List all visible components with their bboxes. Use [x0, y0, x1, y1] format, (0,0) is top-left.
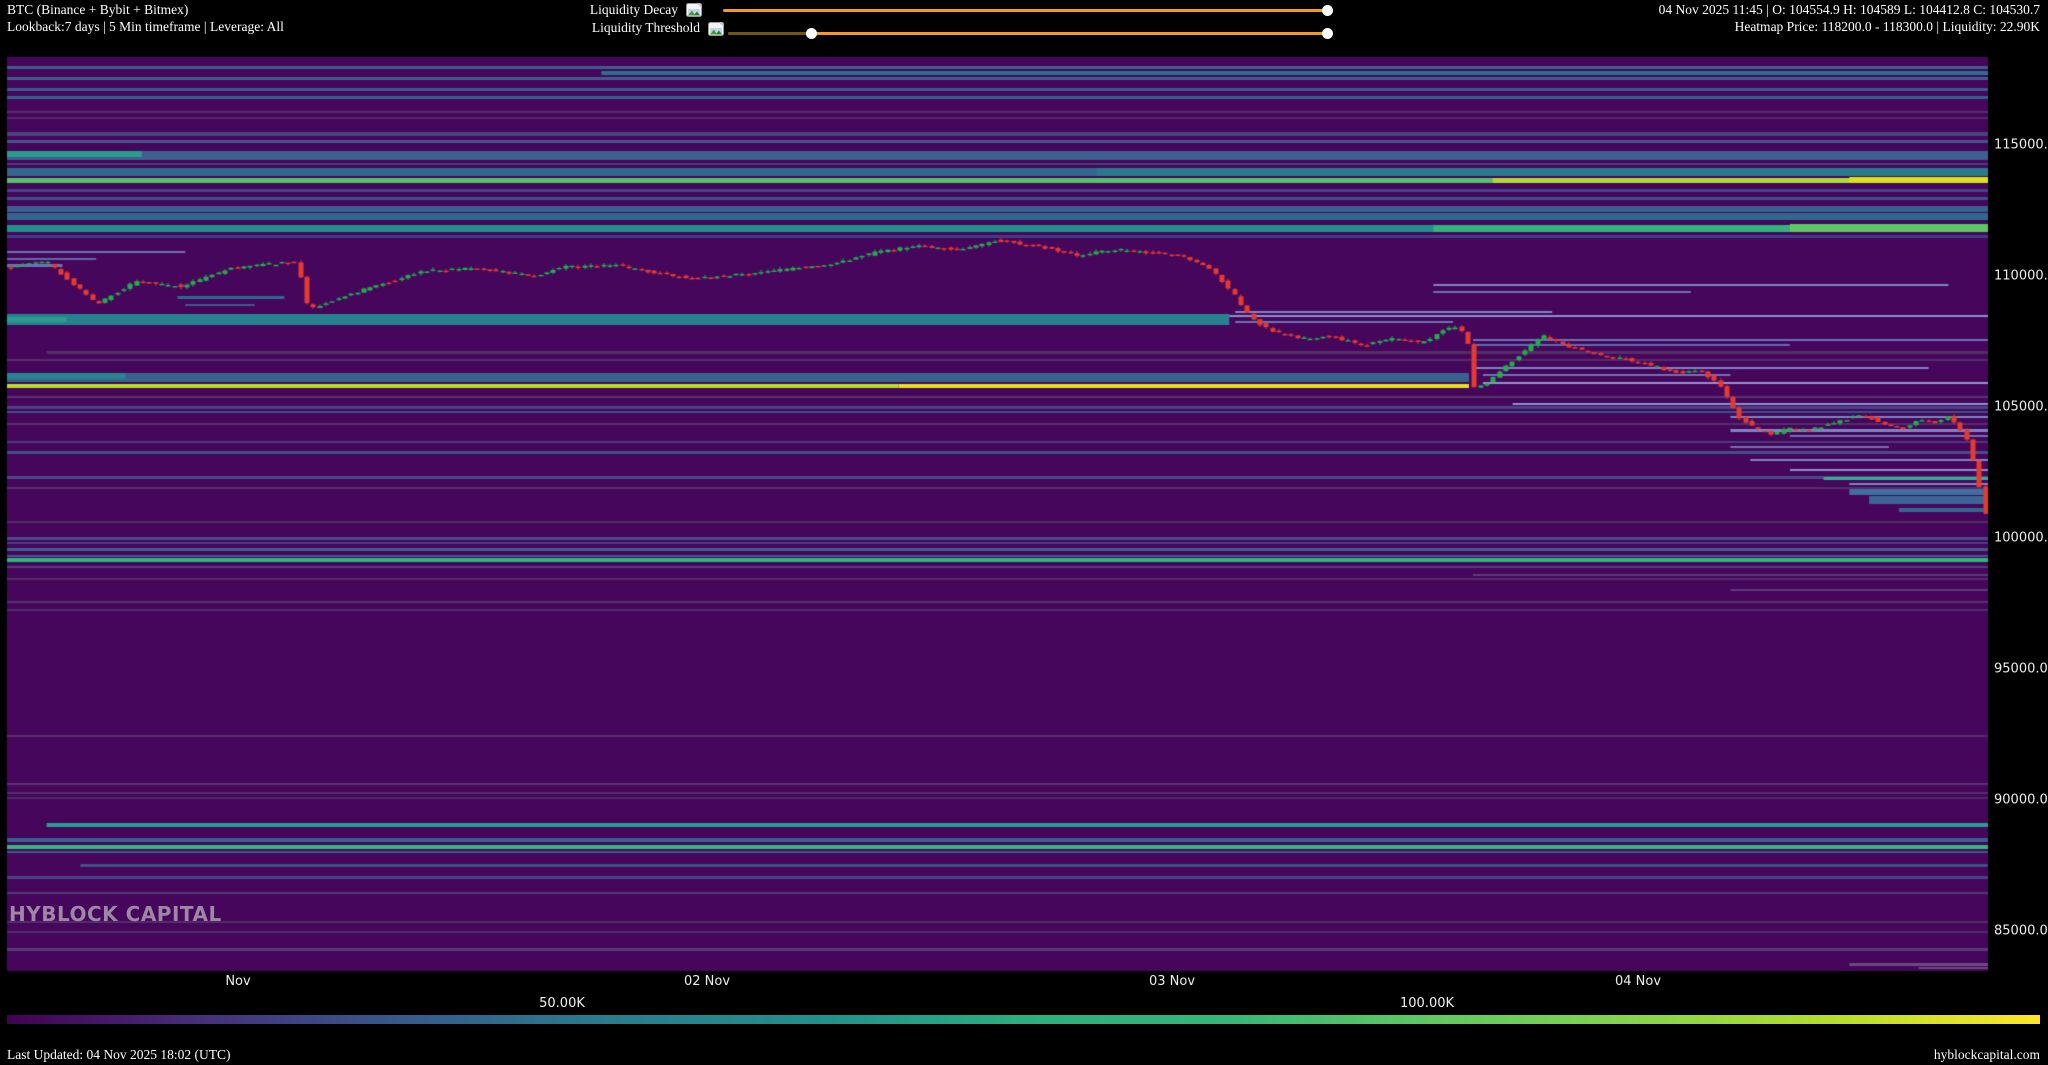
liquidity-threshold-image-icon[interactable] — [708, 22, 724, 36]
liquidity-decay-label: Liquidity Decay — [478, 2, 678, 17]
liquidity-heatmap-chart[interactable] — [0, 0, 2048, 1065]
date-tick-label: Nov — [225, 974, 250, 989]
date-tick-label: 02 Nov — [684, 974, 730, 989]
hyblock-watermark: HYBLOCK CAPITAL — [9, 902, 222, 926]
price-tick-label: 105000.0 — [1994, 400, 2048, 415]
price-tick-label: 95000.0 — [1994, 662, 2048, 677]
heatmap-price-readout: Heatmap Price: 118200.0 - 118300.0 | Liq… — [1735, 19, 2040, 34]
slider-track-active[interactable] — [812, 32, 1327, 35]
slider-handle[interactable] — [1322, 5, 1333, 16]
colorbar-value-label: 50.00K — [539, 996, 585, 1011]
liquidity-colorbar — [7, 1015, 2040, 1024]
symbol-title: BTC (Binance + Bybit + Bitmex) — [7, 2, 188, 17]
price-tick-label: 90000.0 — [1994, 793, 2048, 808]
ohlc-readout: 04 Nov 2025 11:45 | O: 104554.9 H: 10458… — [1659, 2, 2040, 17]
date-tick-label: 03 Nov — [1149, 974, 1195, 989]
liquidity-threshold-label: Liquidity Threshold — [500, 20, 700, 35]
price-tick-label: 110000.0 — [1994, 269, 2048, 284]
price-tick-label: 115000.0 — [1994, 138, 2048, 153]
liquidity-threshold-slider[interactable] — [728, 32, 1327, 35]
lookback-settings: Lookback:7 days | 5 Min timeframe | Leve… — [7, 19, 284, 34]
date-tick-label: 04 Nov — [1615, 974, 1661, 989]
price-tick-label: 100000.0 — [1994, 531, 2048, 546]
liquidity-decay-slider[interactable] — [723, 9, 1327, 12]
slider-handle[interactable] — [1322, 28, 1333, 39]
colorbar-value-label: 100.00K — [1400, 996, 1454, 1011]
site-link[interactable]: hyblockcapital.com — [1934, 1047, 2040, 1063]
liquidity-decay-image-icon[interactable] — [686, 3, 702, 17]
price-tick-label: 85000.0 — [1994, 924, 2048, 939]
slider-track-active[interactable] — [723, 9, 1327, 12]
last-updated-text: Last Updated: 04 Nov 2025 18:02 (UTC) — [7, 1047, 230, 1063]
slider-track-dim[interactable] — [728, 32, 812, 35]
